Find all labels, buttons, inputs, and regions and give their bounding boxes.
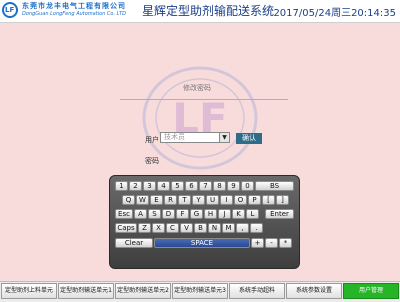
on-screen-keyboard: 1 2 3 4 5 6 7 8 9 0 BS Q W E R T Y U I O… [109, 175, 300, 269]
key-m[interactable]: M [222, 223, 235, 233]
key-c[interactable]: C [166, 223, 179, 233]
key-8[interactable]: 8 [213, 181, 226, 191]
key-p[interactable]: P [248, 195, 261, 205]
header-bar: LF 东莞市龙丰电气工程有限公司 DongGuan LongFeng Autom… [0, 0, 400, 23]
key-h[interactable]: H [204, 209, 217, 219]
datetime-display: 2017/05/24周三20:14:35 [273, 8, 396, 19]
key-3[interactable]: 3 [143, 181, 156, 191]
key-y[interactable]: Y [192, 195, 205, 205]
user-select[interactable]: 技术员 ▼ [160, 132, 230, 143]
key-b[interactable]: B [194, 223, 207, 233]
key-g[interactable]: G [190, 209, 203, 219]
login-divider [120, 99, 288, 100]
company-logo: LF [2, 2, 18, 18]
key-k[interactable]: K [232, 209, 245, 219]
nav-conveying-unit-1[interactable]: 定型助剂输送单元1 [58, 283, 114, 299]
key-caps[interactable]: Caps [115, 223, 137, 233]
user-label: 用户 [145, 136, 159, 144]
key-minus[interactable]: - [265, 238, 278, 248]
main-panel: L F 修改密码 用户 技术员 ▼ 确认 密码 1 2 3 4 5 6 7 8 9… [0, 23, 400, 279]
key-space[interactable]: SPACE [154, 238, 250, 248]
key-close-bracket[interactable]: ] [276, 195, 289, 205]
key-comma[interactable]: , [236, 223, 249, 233]
key-2[interactable]: 2 [129, 181, 142, 191]
nav-loading-unit[interactable]: 定型助剂上料单元 [1, 283, 57, 299]
key-n[interactable]: N [208, 223, 221, 233]
key-5[interactable]: 5 [171, 181, 184, 191]
key-l[interactable]: L [246, 209, 259, 219]
nav-manual-feed[interactable]: 系统手动超料 [229, 283, 285, 299]
key-f[interactable]: F [176, 209, 189, 219]
key-w[interactable]: W [136, 195, 149, 205]
key-q[interactable]: Q [122, 195, 135, 205]
nav-system-settings[interactable]: 系统参数设置 [286, 283, 342, 299]
app-title: 星辉定型助剂输配送系统 [142, 4, 275, 18]
nav-conveying-unit-2[interactable]: 定型助剂输送单元2 [115, 283, 171, 299]
key-a[interactable]: A [134, 209, 147, 219]
company-name-cn: 东莞市龙丰电气工程有限公司 [22, 2, 126, 10]
key-7[interactable]: 7 [199, 181, 212, 191]
key-backspace[interactable]: BS [255, 181, 294, 191]
key-t[interactable]: T [178, 195, 191, 205]
key-i[interactable]: I [220, 195, 233, 205]
key-r[interactable]: R [164, 195, 177, 205]
key-j[interactable]: J [218, 209, 231, 219]
key-o[interactable]: O [234, 195, 247, 205]
key-d[interactable]: D [162, 209, 175, 219]
nav-user-management[interactable]: 用户管理 [343, 283, 399, 299]
key-x[interactable]: X [152, 223, 165, 233]
key-asterisk[interactable]: * [279, 238, 292, 248]
key-e[interactable]: E [150, 195, 163, 205]
logo-text: LF [5, 6, 15, 14]
key-esc[interactable]: Esc [115, 209, 133, 219]
key-6[interactable]: 6 [185, 181, 198, 191]
confirm-button[interactable]: 确认 [236, 133, 262, 144]
user-select-value: 技术员 [164, 133, 185, 141]
key-9[interactable]: 9 [227, 181, 240, 191]
login-dialog-title: 修改密码 [183, 84, 211, 92]
key-enter[interactable]: Enter [265, 209, 294, 219]
key-open-bracket[interactable]: [ [262, 195, 275, 205]
key-period[interactable]: . [250, 223, 263, 233]
nav-conveying-unit-3[interactable]: 定型助剂输送单元3 [172, 283, 228, 299]
key-v[interactable]: V [180, 223, 193, 233]
company-name-en: DongGuan LongFeng Automation Co. LTD [22, 11, 126, 17]
key-z[interactable]: Z [138, 223, 151, 233]
key-s[interactable]: S [148, 209, 161, 219]
password-label: 密码 [145, 157, 159, 165]
chevron-down-icon[interactable]: ▼ [219, 133, 229, 142]
key-4[interactable]: 4 [157, 181, 170, 191]
key-1[interactable]: 1 [115, 181, 128, 191]
key-clear[interactable]: Clear [115, 238, 153, 248]
key-0[interactable]: 0 [241, 181, 254, 191]
key-plus[interactable]: + [251, 238, 264, 248]
key-u[interactable]: U [206, 195, 219, 205]
